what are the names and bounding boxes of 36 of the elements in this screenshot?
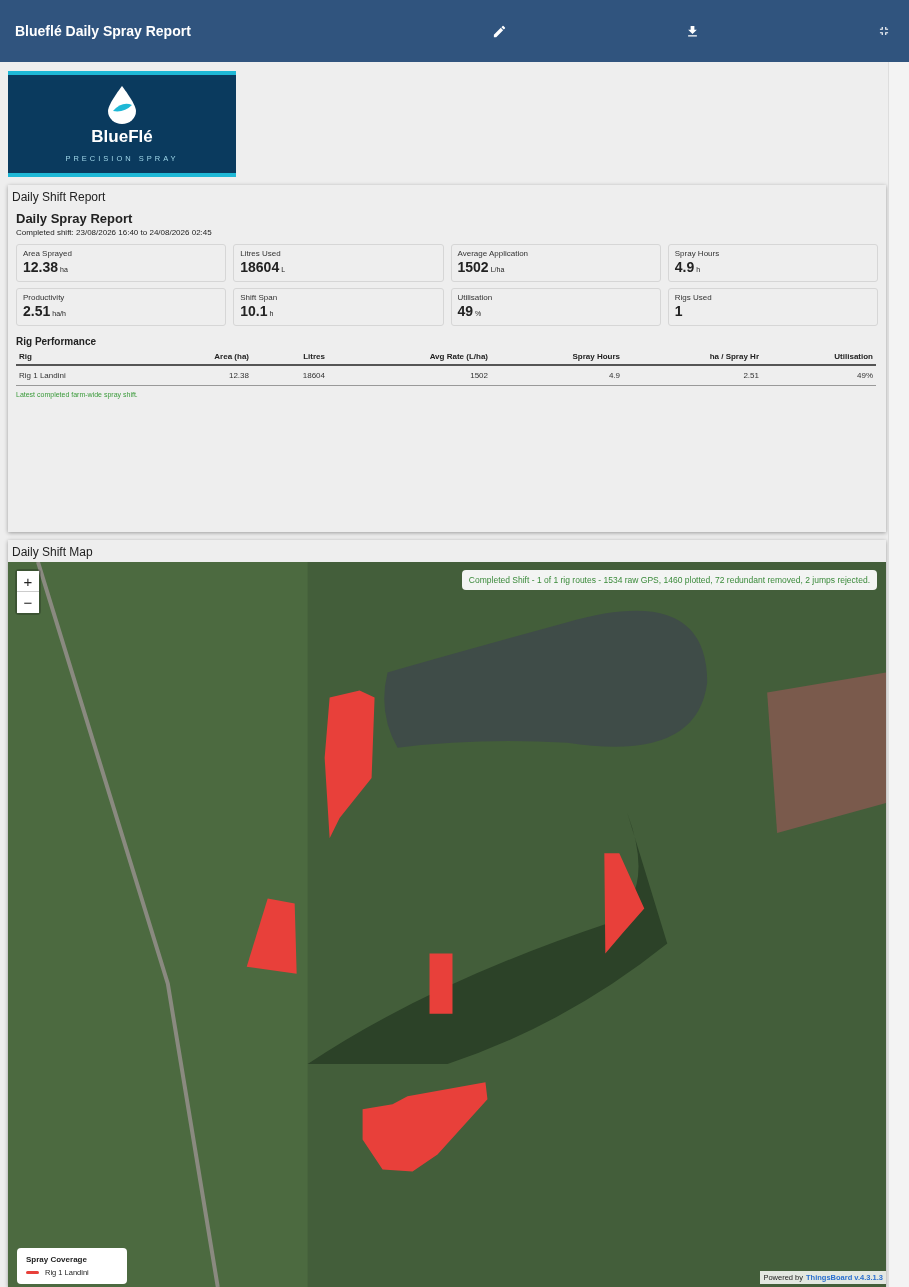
stat-label: Shift Span — [240, 293, 279, 302]
column-header: ha / Spray Hr — [623, 349, 762, 366]
stat-label: Spray Hours — [674, 249, 721, 258]
column-header: Rig — [16, 349, 191, 366]
scrollbar-track[interactable] — [888, 62, 909, 1287]
legend-title: Spray Coverage — [26, 1255, 88, 1264]
section-heading: Rig Performance — [16, 336, 98, 347]
zoom-in-button[interactable]: + — [17, 571, 39, 592]
stat-label: Average Application — [457, 249, 530, 258]
column-header: Litres — [252, 349, 328, 366]
table-cell: 12.38 — [191, 366, 252, 386]
stat-value: 1 — [674, 303, 684, 319]
column-header: Spray Hours — [491, 349, 623, 366]
card-title: Daily Shift Report — [11, 189, 107, 206]
column-header: Area (ha) — [191, 349, 252, 366]
map-status: Completed Shift - 1 of 1 rig routes - 1534 raw GPS, 1460 plotted, 72 redundant removed, 2 jumps rejected. — [461, 570, 877, 590]
pencil-icon — [492, 23, 507, 39]
stat-label: Utilisation — [457, 293, 494, 302]
table-cell: 1502 — [328, 366, 491, 386]
table-cell: 4.9 — [491, 366, 623, 386]
table-cell: 2.51 — [623, 366, 762, 386]
column-header: Avg Rate (L/ha) — [328, 349, 491, 366]
shift-period: Completed shift: 23/08/2026 16:40 to 24/08/2026 02:45 — [16, 228, 213, 237]
card-title: Daily Shift Map — [11, 544, 94, 561]
stat-label: Productivity — [23, 293, 66, 302]
water-drop-icon — [108, 85, 136, 124]
column-header: Utilisation — [762, 349, 876, 366]
table-cell: 18604 — [252, 366, 328, 386]
stat-label: Litres Used — [240, 249, 282, 258]
table-cell: 49% — [762, 366, 876, 386]
stat-label: Rigs Used — [674, 293, 713, 302]
report-heading: Daily Spray Report — [16, 211, 134, 226]
report-title: Blueflé Daily Spray Report — [15, 23, 192, 39]
logo-name: BlueFlé — [91, 126, 153, 147]
stat-label: Area Sprayed — [23, 249, 73, 258]
table-cell: Rig 1 Landini — [16, 366, 191, 386]
